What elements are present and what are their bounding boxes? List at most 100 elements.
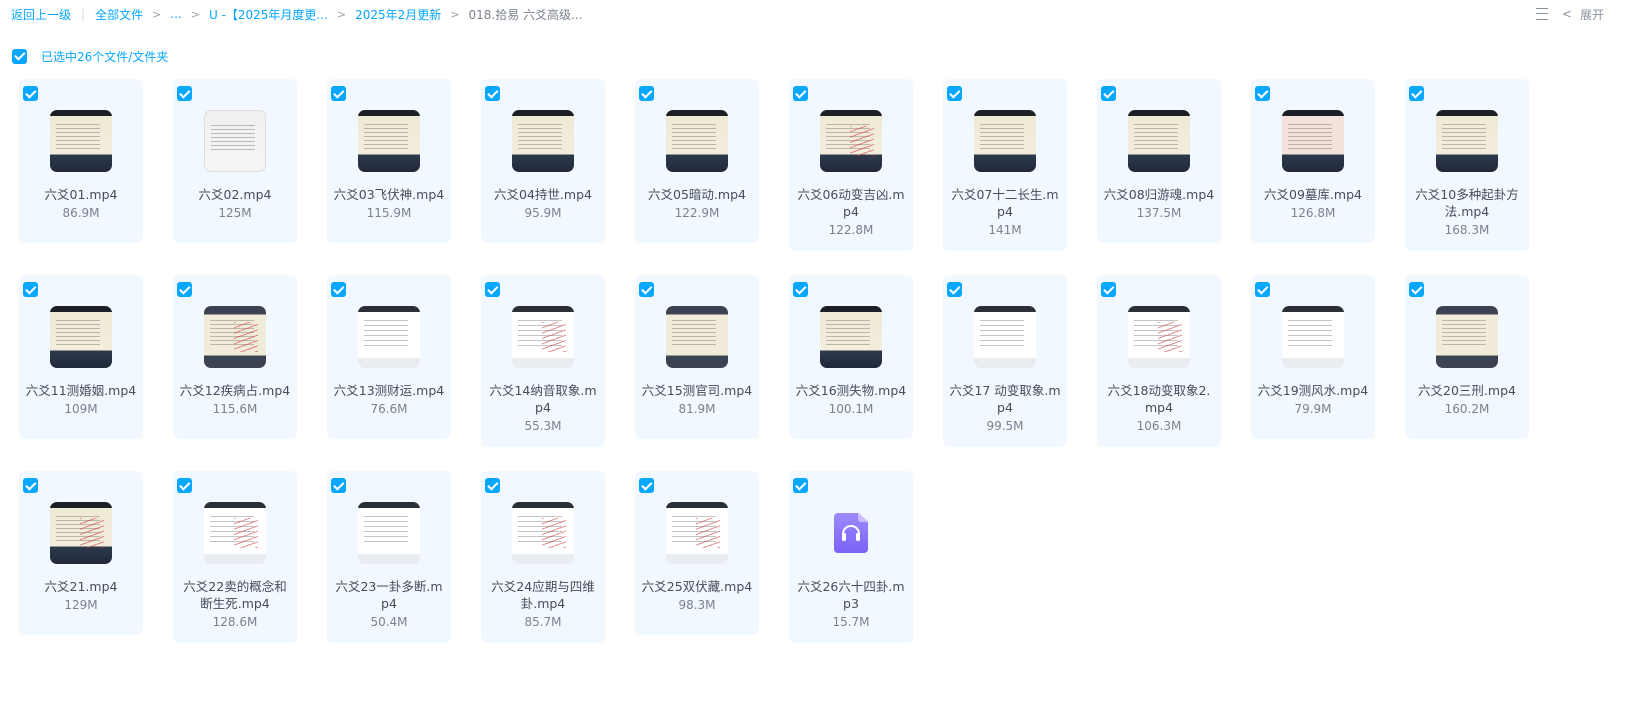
list-view-icon[interactable] (1535, 8, 1548, 20)
file-card[interactable]: 六爻06动变吉凶.mp4 122.8M (789, 79, 913, 251)
file-card[interactable]: 六爻12疾病占.mp4 115.6M (173, 275, 297, 439)
file-checkbox[interactable] (1255, 86, 1270, 101)
file-card[interactable]: 六爻16测失物.mp4 100.1M (789, 275, 913, 439)
video-thumbnail (820, 306, 882, 368)
file-size: 115.6M (212, 402, 258, 416)
file-card[interactable]: 六爻19测风水.mp4 79.9M (1251, 275, 1375, 439)
file-checkbox[interactable] (485, 86, 500, 101)
file-checkbox[interactable] (1101, 86, 1116, 101)
file-card[interactable]: 六爻11测婚姻.mp4 109M (19, 275, 143, 439)
file-name: 六爻18动变取象2.mp4 (1107, 383, 1211, 415)
file-checkbox[interactable] (23, 282, 38, 297)
file-card[interactable]: 六爻03飞伏神.mp4 115.9M (327, 79, 451, 243)
file-name: 六爻02.mp4 (198, 187, 272, 202)
file-name: 六爻24应期与四维卦.mp4 (491, 579, 595, 611)
video-thumbnail (1128, 110, 1190, 172)
file-card[interactable]: 六爻09墓库.mp4 126.8M (1251, 79, 1375, 243)
select-all-checkbox[interactable] (12, 48, 27, 64)
file-card[interactable]: 六爻18动变取象2.mp4 106.3M (1097, 275, 1221, 447)
audio-thumbnail (820, 502, 882, 564)
file-checkbox[interactable] (793, 86, 808, 101)
file-name: 六爻17 动变取象.mp4 (949, 383, 1061, 415)
file-card[interactable]: 六爻04持世.mp4 95.9M (481, 79, 605, 243)
file-size: 55.3M (524, 419, 562, 433)
video-thumbnail (204, 502, 266, 564)
breadcrumb-folder-feb[interactable]: 2025年2月更新 (355, 6, 441, 23)
file-card[interactable]: 六爻23一卦多断.mp4 50.4M (327, 471, 451, 643)
file-name: 六爻22卖的概念和断生死.mp4 (183, 579, 287, 611)
breadcrumb-folder-monthly[interactable]: U -【2025年月度更... (209, 6, 328, 23)
video-thumbnail (666, 110, 728, 172)
file-size: 50.4M (370, 615, 408, 629)
video-thumbnail (666, 306, 728, 368)
file-checkbox[interactable] (1101, 282, 1116, 297)
video-thumbnail (1436, 306, 1498, 368)
file-checkbox[interactable] (639, 282, 654, 297)
file-size: 106.3M (1136, 419, 1182, 433)
video-thumbnail (358, 110, 420, 172)
file-checkbox[interactable] (331, 86, 346, 101)
file-checkbox[interactable] (331, 282, 346, 297)
file-card[interactable]: 六爻26六十四卦.mp3 15.7M (789, 471, 913, 643)
file-grid: 六爻01.mp4 86.9M 六爻02.mp4 125M 六爻03飞伏神.mp4 115.… (19, 79, 1619, 643)
file-checkbox[interactable] (23, 86, 38, 101)
file-name: 六爻25双伏藏.mp4 (641, 579, 753, 594)
file-card[interactable]: 六爻15测官司.mp4 81.9M (635, 275, 759, 439)
file-card[interactable]: 六爻22卖的概念和断生死.mp4 128.6M (173, 471, 297, 643)
file-checkbox[interactable] (23, 478, 38, 493)
file-card[interactable]: 六爻01.mp4 86.9M (19, 79, 143, 243)
selection-count-label: 已选中26个文件/文件夹 (41, 49, 169, 64)
file-size: 137.5M (1136, 206, 1182, 220)
video-thumbnail (1128, 306, 1190, 368)
file-card[interactable]: 六爻07十二长生.mp4 141M (943, 79, 1067, 251)
video-thumbnail (358, 306, 420, 368)
file-checkbox[interactable] (639, 478, 654, 493)
file-checkbox[interactable] (485, 478, 500, 493)
file-checkbox[interactable] (793, 478, 808, 493)
file-name: 六爻16测失物.mp4 (795, 383, 907, 398)
file-card[interactable]: 六爻20三刑.mp4 160.2M (1405, 275, 1529, 439)
file-size: 168.3M (1444, 223, 1490, 237)
expand-button[interactable]: < 展开 (1562, 6, 1604, 23)
file-card[interactable]: 六爻25双伏藏.mp4 98.3M (635, 471, 759, 635)
file-checkbox[interactable] (947, 282, 962, 297)
video-thumbnail (50, 110, 112, 172)
file-card[interactable]: 六爻24应期与四维卦.mp4 85.7M (481, 471, 605, 643)
file-size: 160.2M (1444, 402, 1490, 416)
back-link[interactable]: 返回上一级 (11, 6, 71, 23)
file-name: 六爻09墓库.mp4 (1264, 187, 1362, 202)
breadcrumb-ellipsis[interactable]: ... (170, 7, 181, 21)
file-size: 141M (988, 223, 1022, 237)
file-card[interactable]: 六爻10多种起卦方法.mp4 168.3M (1405, 79, 1529, 251)
file-card[interactable]: 六爻02.mp4 125M (173, 79, 297, 243)
breadcrumb-current: 018.拾易 六爻高级... (468, 7, 583, 22)
file-size: 100.1M (828, 402, 874, 416)
file-card[interactable]: 六爻05暗动.mp4 122.9M (635, 79, 759, 243)
file-checkbox[interactable] (639, 86, 654, 101)
file-checkbox[interactable] (331, 478, 346, 493)
file-name: 六爻10多种起卦方法.mp4 (1415, 187, 1519, 219)
file-checkbox[interactable] (793, 282, 808, 297)
file-size: 125M (218, 206, 252, 220)
file-checkbox[interactable] (947, 86, 962, 101)
file-size: 126.8M (1290, 206, 1336, 220)
file-checkbox[interactable] (177, 478, 192, 493)
video-thumbnail (666, 502, 728, 564)
file-card[interactable]: 六爻21.mp4 129M (19, 471, 143, 635)
file-checkbox[interactable] (177, 86, 192, 101)
file-card[interactable]: 六爻17 动变取象.mp4 99.5M (943, 275, 1067, 447)
file-name: 六爻13测财运.mp4 (333, 383, 445, 398)
file-name: 六爻06动变吉凶.mp4 (797, 187, 905, 219)
file-checkbox[interactable] (1255, 282, 1270, 297)
file-size: 79.9M (1294, 402, 1332, 416)
breadcrumb-all-files[interactable]: 全部文件 (95, 6, 143, 23)
file-checkbox[interactable] (177, 282, 192, 297)
file-checkbox[interactable] (1409, 282, 1424, 297)
file-card[interactable]: 六爻14纳音取象.mp4 55.3M (481, 275, 605, 447)
file-card[interactable]: 六爻08归游魂.mp4 137.5M (1097, 79, 1221, 243)
file-size: 115.9M (366, 206, 412, 220)
file-card[interactable]: 六爻13测财运.mp4 76.6M (327, 275, 451, 439)
file-checkbox[interactable] (485, 282, 500, 297)
file-name: 六爻08归游魂.mp4 (1103, 187, 1215, 202)
file-checkbox[interactable] (1409, 86, 1424, 101)
